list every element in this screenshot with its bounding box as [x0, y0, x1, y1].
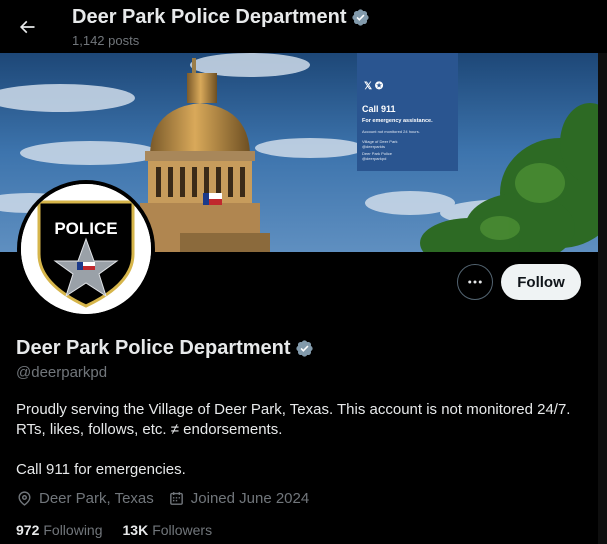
profile-meta: Deer Park, Texas Joined June 2024 [16, 490, 309, 507]
follow-button[interactable]: Follow [501, 264, 581, 300]
follow-stats: 972 Following 13K Followers [16, 522, 212, 538]
arrow-left-icon [19, 20, 35, 34]
sign-handle2: @deerparkpd [362, 156, 386, 161]
banner-sign: 𝕏 ✪ Call 911 For emergency assistance. A… [357, 53, 458, 171]
verified-badge-icon [351, 9, 369, 26]
following-label: Following [43, 522, 103, 538]
sign-note: Account not monitored 24 hours. [362, 129, 420, 134]
display-name: Deer Park Police Department [16, 337, 291, 359]
svg-text:𝕏 ✪: 𝕏 ✪ [364, 80, 384, 92]
followers-count: 13K [122, 522, 149, 538]
sign-subline: For emergency assistance. [362, 118, 433, 124]
back-button[interactable] [10, 10, 44, 44]
location-pin-icon [18, 491, 31, 506]
join-date-text: Joined June 2024 [190, 490, 310, 507]
join-date: Joined June 2024 [168, 490, 309, 507]
display-name-row: Deer Park Police Department [16, 337, 314, 360]
handle: @deerparkpd [16, 364, 108, 381]
bio-line: Call 911 for emergencies. [16, 461, 186, 478]
header-title: Deer Park Police Department [72, 6, 347, 28]
sign-headline: Call 911 [362, 104, 396, 114]
top-bar: Deer Park Police Department 1,142 posts [0, 0, 607, 53]
header-title-row: Deer Park Police Department [72, 6, 370, 29]
verified-badge-icon[interactable] [295, 339, 314, 358]
scrollbar[interactable] [598, 53, 607, 544]
posts-count: 1,142 posts [72, 33, 140, 48]
following-count: 972 [16, 522, 40, 538]
sign-handle1: @deerparkts [362, 144, 385, 149]
following-link[interactable]: 972 Following [16, 522, 103, 538]
followers-label: Followers [152, 522, 213, 538]
bio-line: RTs, likes, follows, etc. ≠ endorsements… [16, 421, 283, 438]
avatar[interactable]: POLICE [17, 180, 155, 318]
calendar-icon [169, 492, 183, 505]
followers-link[interactable]: 13K Followers [123, 522, 213, 538]
police-badge-logo: POLICE [21, 184, 151, 314]
more-options-button[interactable] [457, 264, 493, 300]
location-text: Deer Park, Texas [39, 490, 154, 507]
location: Deer Park, Texas [16, 490, 154, 507]
badge-text: POLICE [54, 219, 117, 238]
more-horizontal-icon [468, 280, 482, 284]
bio: Proudly serving the Village of Deer Park… [16, 400, 591, 480]
bio-line: Proudly serving the Village of Deer Park… [16, 401, 571, 418]
